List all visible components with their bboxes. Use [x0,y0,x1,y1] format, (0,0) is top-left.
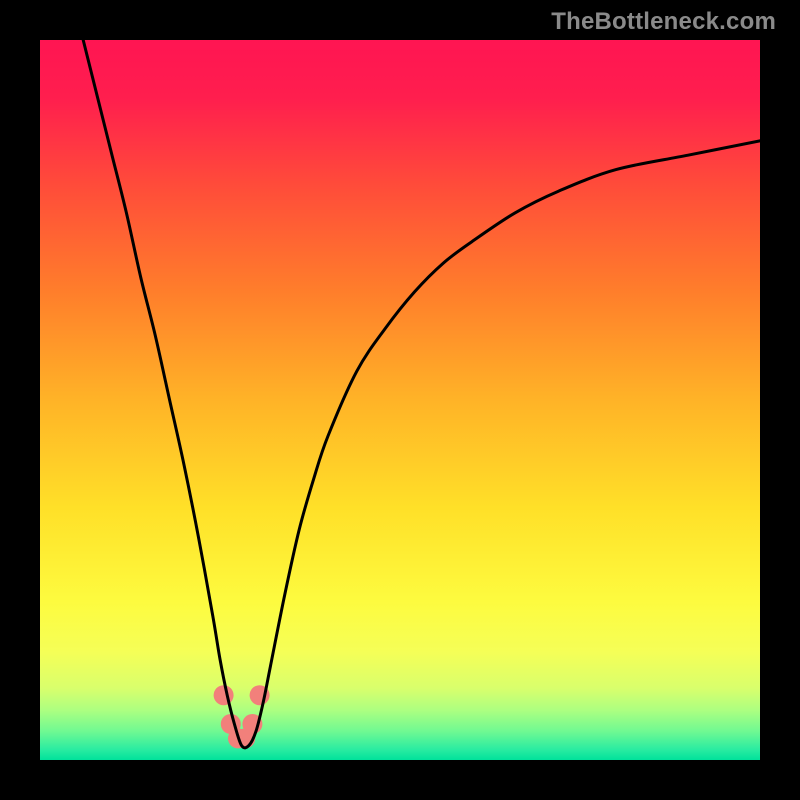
bottleneck-curve [83,40,760,748]
plot-area [40,40,760,760]
chart-stage: TheBottleneck.com [0,0,800,800]
watermark-label: TheBottleneck.com [551,8,776,36]
trough-marker [214,685,234,705]
chart-overlay [40,40,760,760]
